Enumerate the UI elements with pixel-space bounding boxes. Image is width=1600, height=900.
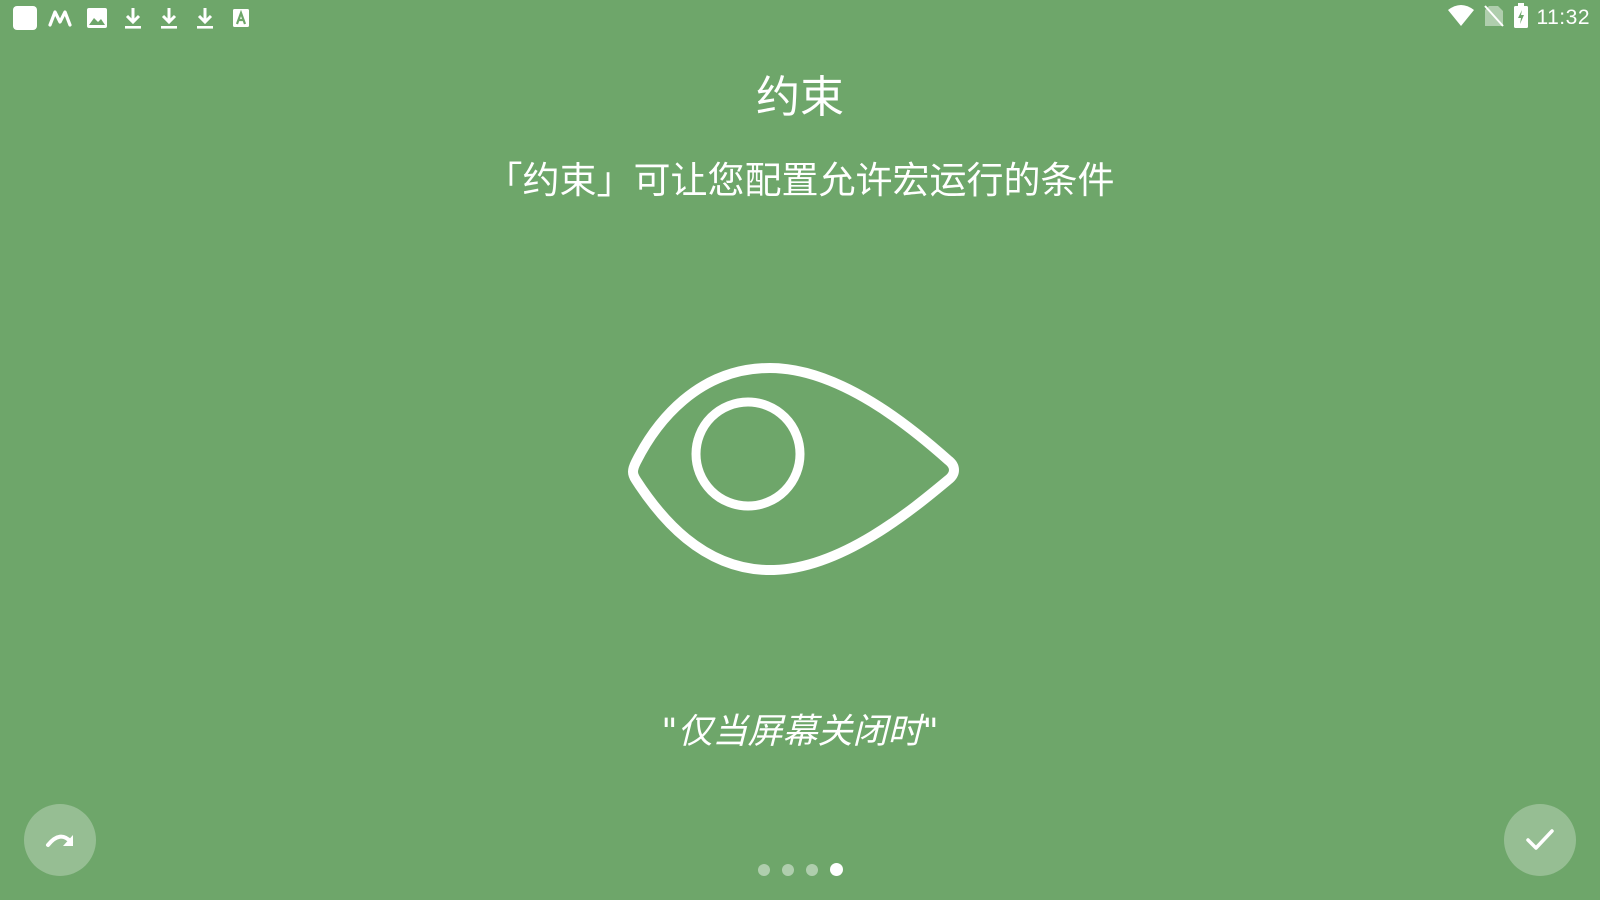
page-indicator [758,863,843,876]
page-dot-4-active [830,863,843,876]
done-button[interactable] [1504,804,1576,876]
battery-charging-icon [1513,3,1529,33]
eye-icon [628,362,972,582]
page-dot-1 [758,863,770,876]
app-square-icon [12,5,38,31]
image-icon [84,5,110,31]
download-icon [192,5,218,31]
page-title: 约束 [756,72,844,123]
download-icon [120,5,146,31]
page-dot-3 [806,863,818,876]
example-constraint-text: "仅当屏幕关闭时" [661,712,939,752]
redo-arrow-icon [46,834,73,847]
download-icon [156,5,182,31]
wifi-icon [1447,4,1475,32]
font-a-icon [228,5,254,31]
system-status: 11:32 [1447,3,1591,33]
intro-screen: 11:32 约束 「约束」可让您配置允许宏运行的条件 "仅当屏幕关闭时" [0,0,1600,900]
check-icon [1526,829,1554,850]
clock: 11:32 [1536,6,1590,29]
page-subtitle: 「约束」可让您配置允许宏运行的条件 [485,159,1115,202]
page-dot-2 [782,863,794,876]
status-bar: 11:32 [0,0,1600,36]
no-sim-icon [1483,4,1505,32]
m-logo-icon [48,5,74,31]
notification-icons [12,5,254,31]
skip-button[interactable] [24,804,96,876]
